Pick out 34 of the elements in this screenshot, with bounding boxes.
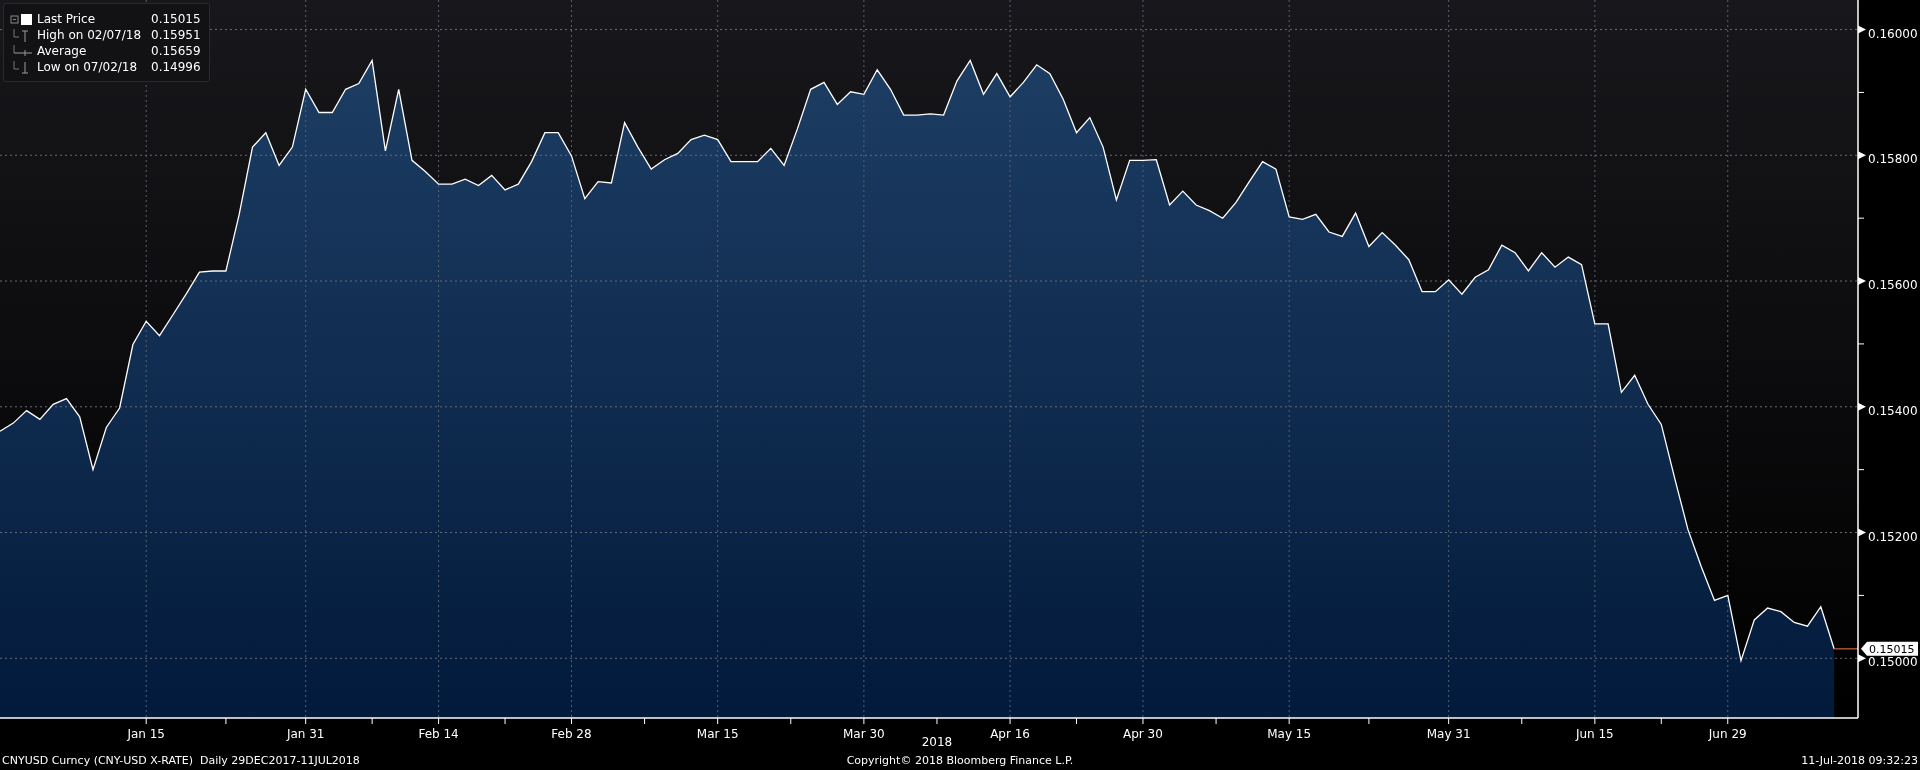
x-axis-label: Jun 29 bbox=[1708, 727, 1747, 741]
security-description: CNYUSD Curncy (CNY-USD X-RATE) Daily 29DEC2017-11JUL2018 bbox=[2, 753, 361, 767]
x-axis-label: Apr 30 bbox=[1123, 727, 1163, 741]
x-axis-label: Jan 31 bbox=[286, 727, 325, 741]
copyright-text: Copyright© 2018 Bloomberg Finance L.P. bbox=[846, 753, 1074, 767]
x-axis-label: Jan 15 bbox=[127, 727, 165, 741]
x-axis-label: Mar 15 bbox=[696, 727, 739, 741]
y-axis-label: 0.15200 bbox=[1868, 529, 1918, 544]
average-marker-icon bbox=[10, 44, 32, 59]
year-label: 2018 bbox=[921, 735, 953, 749]
collapse-icon bbox=[10, 12, 32, 27]
legend-value: 0.14996 bbox=[151, 60, 201, 75]
last-price-line bbox=[1833, 648, 1859, 650]
legend-label: Last Price bbox=[37, 12, 97, 27]
x-axis-label: Feb 28 bbox=[551, 727, 592, 741]
y-axis-label: 0.15600 bbox=[1868, 278, 1918, 293]
y-axis-label: 0.15400 bbox=[1868, 403, 1918, 418]
legend-label: High on 02/07/18 bbox=[37, 28, 143, 43]
x-axis-label: Apr 16 bbox=[990, 727, 1030, 741]
legend-value: 0.15951 bbox=[151, 28, 201, 43]
timestamp: 11-Jul-2018 09:32:23 bbox=[1800, 753, 1918, 767]
last-price-tag: 0.15015 bbox=[1861, 641, 1918, 656]
legend-value: 0.15659 bbox=[151, 44, 201, 59]
x-axis-label: Jun 15 bbox=[1575, 727, 1614, 741]
y-axis-label: 0.15000 bbox=[1868, 655, 1918, 670]
y-axis-label: 0.16000 bbox=[1868, 26, 1918, 41]
x-axis-label: Mar 30 bbox=[843, 727, 885, 741]
x-axis-label: May 31 bbox=[1426, 727, 1471, 741]
legend-label: Average bbox=[37, 44, 88, 59]
legend-label: Low on 07/02/18 bbox=[37, 60, 139, 75]
y-axis-label: 0.15800 bbox=[1868, 152, 1918, 167]
x-axis-label: Feb 14 bbox=[418, 727, 459, 741]
legend-value: 0.15015 bbox=[151, 12, 201, 27]
x-axis-label: May 15 bbox=[1267, 727, 1312, 741]
